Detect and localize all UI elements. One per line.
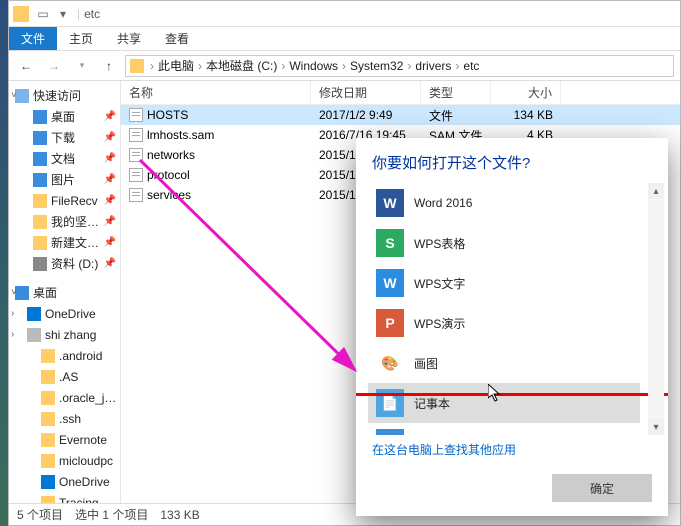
nav-item[interactable]: 新建文件夹📌 (9, 232, 120, 253)
nav-item[interactable]: ›shi zhang (9, 324, 120, 345)
app-item[interactable]: WWord 2016 (368, 183, 640, 223)
forward-button[interactable]: → (43, 55, 65, 77)
folder-icon (130, 59, 144, 73)
nav-item[interactable]: micloudpc (9, 450, 120, 471)
app-item[interactable]: WWPS文字 (368, 263, 640, 303)
nav-item[interactable]: FileRecv📌 (9, 190, 120, 211)
window-title: etc (84, 7, 100, 21)
nav-desktop[interactable]: ˅桌面 (9, 282, 120, 303)
scroll-up[interactable]: ▴ (648, 183, 664, 199)
nav-item[interactable]: Evernote (9, 429, 120, 450)
col-size[interactable]: 大小 (491, 81, 561, 104)
dialog-title: 你要如何打开这个文件? (356, 138, 668, 183)
dialog-scrollbar[interactable]: ▴ ▾ (648, 183, 664, 435)
nav-item[interactable]: Tracing (9, 492, 120, 503)
more-apps-link[interactable]: 在这台电脑上查找其他应用 (356, 435, 668, 464)
scroll-track[interactable] (648, 199, 664, 419)
app-item[interactable]: 📄记事本 (368, 383, 640, 423)
app-item[interactable]: 🎨画图 (368, 343, 640, 383)
crumb[interactable]: drivers (413, 59, 453, 73)
open-with-dialog: 你要如何打开这个文件? WWord 2016SWPS表格WWPS文字PWPS演示… (356, 138, 668, 516)
app-item[interactable]: 📝写字板 (368, 423, 640, 435)
tab-home[interactable]: 主页 (57, 27, 105, 50)
app-item[interactable]: SWPS表格 (368, 223, 640, 263)
navigation-pane: ˅快速访问 桌面📌下载📌文档📌图片📌FileRecv📌我的坚果云📌新建文件夹📌资… (9, 81, 121, 503)
nav-item[interactable]: .android (9, 345, 120, 366)
tab-share[interactable]: 共享 (105, 27, 153, 50)
col-date[interactable]: 修改日期 (311, 81, 421, 104)
tab-view[interactable]: 查看 (153, 27, 201, 50)
nav-item[interactable]: 资料 (D:)📌 (9, 253, 120, 274)
nav-item[interactable]: 下载📌 (9, 127, 120, 148)
col-type[interactable]: 类型 (421, 81, 491, 104)
nav-item[interactable]: .oracle_jre_usage (9, 387, 120, 408)
nav-quick-access[interactable]: ˅快速访问 (9, 85, 120, 106)
ok-button[interactable]: 确定 (552, 474, 652, 502)
crumb[interactable]: 本地磁盘 (C:) (204, 57, 279, 74)
crumb[interactable]: etc (461, 59, 481, 73)
address-bar: ← → ▾ ↑ › 此电脑› 本地磁盘 (C:)› Windows› Syste… (9, 51, 680, 81)
qat-new[interactable]: ▾ (55, 6, 71, 22)
col-name[interactable]: 名称 (121, 81, 311, 104)
nav-item[interactable]: .ssh (9, 408, 120, 429)
up-button[interactable]: ↑ (99, 56, 119, 76)
recent-dropdown[interactable]: ▾ (71, 55, 93, 77)
nav-item[interactable]: OneDrive (9, 471, 120, 492)
ribbon-tabs: 文件 主页 共享 查看 (9, 27, 680, 51)
app-item[interactable]: PWPS演示 (368, 303, 640, 343)
nav-item[interactable]: 图片📌 (9, 169, 120, 190)
window-icon (13, 6, 29, 22)
app-list: WWord 2016SWPS表格WWPS文字PWPS演示🎨画图📄记事本📝写字板 (368, 183, 640, 435)
crumb[interactable]: 此电脑 (156, 57, 196, 74)
nav-item[interactable]: .AS (9, 366, 120, 387)
tab-file[interactable]: 文件 (9, 27, 57, 50)
crumb[interactable]: Windows (287, 59, 340, 73)
back-button[interactable]: ← (15, 55, 37, 77)
file-row[interactable]: HOSTS2017/1/2 9:49文件134 KB (121, 105, 680, 125)
titlebar: ▭ ▾ | etc (9, 1, 680, 27)
nav-item[interactable]: 桌面📌 (9, 106, 120, 127)
nav-item[interactable]: 文档📌 (9, 148, 120, 169)
column-headers: 名称 修改日期 类型 大小 (121, 81, 680, 105)
nav-item[interactable]: ›OneDrive (9, 303, 120, 324)
breadcrumb[interactable]: › 此电脑› 本地磁盘 (C:)› Windows› System32› dri… (125, 55, 674, 77)
scroll-down[interactable]: ▾ (648, 419, 664, 435)
crumb[interactable]: System32 (348, 59, 405, 73)
nav-item[interactable]: 我的坚果云📌 (9, 211, 120, 232)
qat-props[interactable]: ▭ (35, 6, 51, 22)
